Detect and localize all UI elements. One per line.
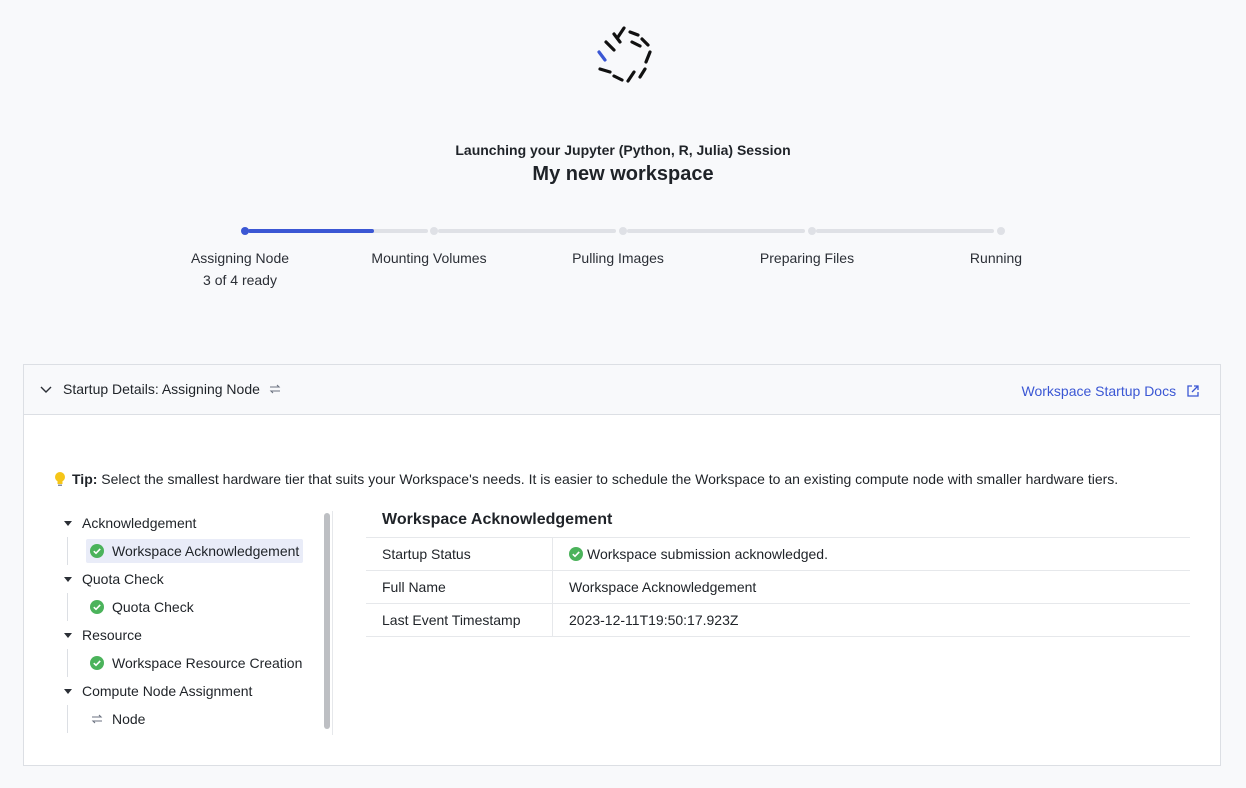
workspace-startup-docs-link[interactable]: Workspace Startup Docs [1022, 383, 1200, 399]
progress-fill [248, 229, 374, 233]
tree-group-label: Quota Check [82, 571, 164, 587]
step-label-pulling-images: Pulling Images [572, 250, 664, 266]
tip-label: Tip: [72, 471, 98, 487]
panel-header[interactable]: Startup Details: Assigning Node Workspac… [24, 365, 1220, 415]
startup-progress-stepper [240, 226, 1010, 236]
step-dot [619, 227, 627, 235]
progress-segment [627, 229, 805, 233]
step-dot [997, 227, 1005, 235]
table-row: Last Event Timestamp 2023-12-11T19:50:17… [366, 603, 1190, 637]
progress-segment [816, 229, 994, 233]
detail-value: 2023-12-11T19:50:17.923Z [552, 603, 1190, 637]
detail-value: Workspace Acknowledgement [552, 570, 1190, 604]
tree-group-label: Acknowledgement [82, 515, 197, 531]
detail-key: Full Name [366, 570, 553, 604]
detail-key: Startup Status [366, 537, 553, 571]
progress-segment [438, 229, 616, 233]
tree-group-acknowledgement[interactable]: Acknowledgement [54, 509, 196, 537]
startup-status-text: Workspace submission acknowledged. [587, 546, 828, 562]
tree-item-label: Workspace Acknowledgement [112, 543, 300, 559]
detail-key: Last Event Timestamp [366, 603, 553, 637]
tree-item-label: Workspace Resource Creation [112, 655, 303, 671]
sync-icon [91, 714, 103, 724]
check-circle-icon [569, 547, 583, 561]
tree-group-resource[interactable]: Resource [54, 621, 142, 649]
panel-title: Startup Details: Assigning Node [63, 381, 282, 397]
step-label-preparing-files: Preparing Files [759, 250, 855, 266]
tip-banner: Tip: Select the smallest hardware tier t… [54, 471, 1118, 487]
session-type-label: Launching your Jupyter (Python, R, Julia… [455, 142, 791, 158]
tree-scrollbar-thumb[interactable] [324, 513, 330, 729]
step-label-assigning-node: Assigning Node [190, 250, 290, 266]
detail-table: Startup Status Workspace submission ackn… [366, 537, 1190, 637]
step-dot [808, 227, 816, 235]
tree-item-workspace-acknowledgement[interactable]: Workspace Acknowledgement [67, 537, 304, 565]
step-label-mounting-volumes: Mounting Volumes [371, 250, 487, 266]
tree-group-label: Resource [82, 627, 142, 643]
step-label-running: Running [969, 250, 1023, 266]
check-circle-icon [90, 544, 104, 558]
tree-item-node[interactable]: Node [67, 705, 149, 733]
tree-group-label: Compute Node Assignment [82, 683, 253, 699]
table-row: Full Name Workspace Acknowledgement [366, 570, 1190, 604]
tree-item-quota-check[interactable]: Quota Check [67, 593, 198, 621]
caret-down-icon[interactable] [64, 632, 72, 638]
detail-title: Workspace Acknowledgement [382, 511, 613, 528]
chevron-down-icon[interactable] [38, 381, 54, 397]
tree-group-quota-check[interactable]: Quota Check [54, 565, 164, 593]
docs-link-label: Workspace Startup Docs [1021, 383, 1177, 399]
external-link-icon [1187, 385, 1199, 397]
panel-title-text: Startup Details: Assigning Node [63, 381, 260, 397]
loading-spinner-icon [597, 26, 652, 83]
step-dot [241, 227, 249, 235]
tree-group-compute-node-assignment[interactable]: Compute Node Assignment [54, 677, 252, 705]
tree-item-label: Quota Check [112, 599, 194, 615]
caret-down-icon[interactable] [64, 520, 72, 526]
caret-down-icon[interactable] [64, 576, 72, 582]
tree-item-label: Node [112, 711, 146, 727]
startup-steps-tree: Acknowledgement Workspace Acknowledgemen… [54, 509, 324, 735]
lightbulb-icon [55, 472, 65, 486]
step-dot [430, 227, 438, 235]
workspace-title: My new workspace [532, 163, 714, 185]
table-row: Startup Status Workspace submission ackn… [366, 537, 1190, 571]
tree-item-workspace-resource-creation[interactable]: Workspace Resource Creation [67, 649, 306, 677]
caret-down-icon[interactable] [64, 688, 72, 694]
tip-text: Select the smallest hardware tier that s… [101, 471, 1119, 487]
check-circle-icon [90, 600, 104, 614]
sync-icon [269, 384, 281, 394]
step-sublabel: 3 of 4 ready [203, 272, 277, 288]
startup-details-panel: Startup Details: Assigning Node Workspac… [23, 364, 1221, 766]
detail-value: Workspace submission acknowledged. [552, 537, 1190, 571]
check-circle-icon [90, 656, 104, 670]
